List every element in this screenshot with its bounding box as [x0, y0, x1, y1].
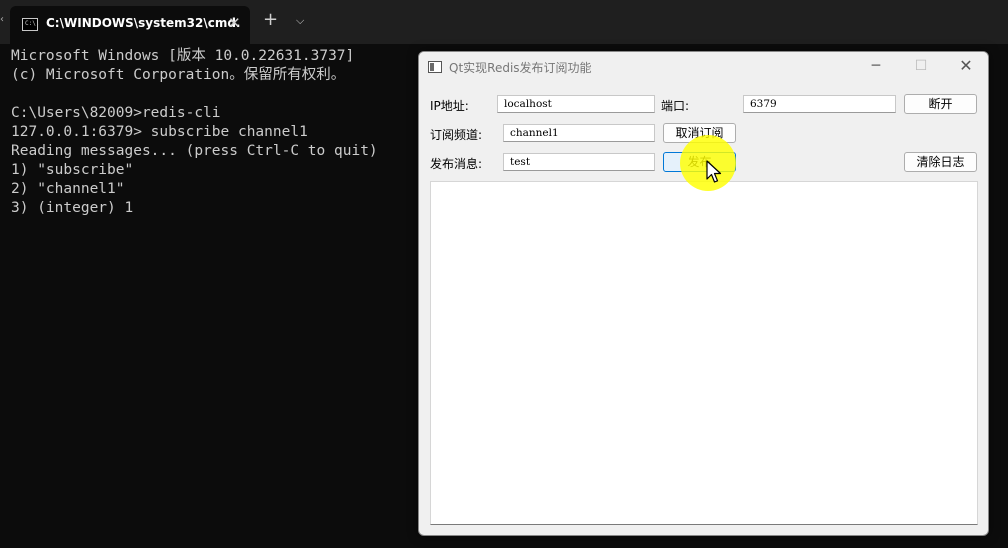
minimize-icon[interactable]: ─: [861, 56, 891, 76]
close-icon[interactable]: ✕: [951, 56, 981, 76]
terminal-titlebar: ‹ C:\. C:\WINDOWS\system32\cmd. ✕ + ⌵: [0, 0, 1008, 44]
channel-label: 订阅频道:: [430, 128, 483, 142]
port-input[interactable]: 6379: [743, 95, 896, 113]
ip-input[interactable]: localhost: [497, 95, 655, 113]
terminal-line: Reading messages... (press Ctrl-C to qui…: [11, 143, 378, 159]
terminal-line: 1) "subscribe": [11, 162, 134, 178]
terminal-line: 3) (integer) 1: [11, 200, 134, 216]
mouse-pointer-icon: [706, 160, 722, 183]
chevron-left-icon: ‹: [0, 14, 4, 25]
terminal-line: 127.0.0.1:6379> subscribe channel1: [11, 124, 308, 140]
window-title: Qt实现Redis发布订阅功能: [449, 61, 592, 75]
chevron-down-icon[interactable]: ⌵: [296, 14, 304, 28]
port-label: 端口:: [661, 99, 690, 113]
close-icon[interactable]: ✕: [228, 15, 241, 31]
terminal-line: 2) "channel1": [11, 181, 125, 197]
app-icon: [428, 61, 442, 73]
terminal-line: C:\Users\82009>redis-cli: [11, 105, 221, 121]
message-input[interactable]: test: [503, 153, 655, 171]
tab-title: C:\WINDOWS\system32\cmd.: [46, 16, 241, 30]
terminal-line: (c) Microsoft Corporation。保留所有权利。: [11, 67, 346, 83]
new-tab-plus-icon[interactable]: +: [263, 10, 278, 30]
maximize-icon[interactable]: ☐: [906, 56, 936, 76]
message-label: 发布消息:: [430, 157, 483, 171]
cmd-icon: C:\.: [22, 18, 39, 31]
terminal-line: Microsoft Windows [版本 10.0.22631.3737]: [11, 48, 355, 64]
ip-label: IP地址:: [430, 99, 469, 113]
disconnect-button[interactable]: 断开: [904, 94, 977, 114]
log-textarea[interactable]: [430, 181, 978, 525]
terminal-tab[interactable]: C:\. C:\WINDOWS\system32\cmd. ✕: [10, 6, 250, 44]
terminal-line: ​: [11, 85, 378, 104]
qt-redis-window: Qt实现Redis发布订阅功能 ─ ☐ ✕ IP地址: localhost 端口…: [418, 51, 989, 536]
clear-log-button[interactable]: 清除日志: [904, 152, 977, 172]
qt-titlebar[interactable]: Qt实现Redis发布订阅功能 ─ ☐ ✕: [419, 52, 988, 82]
channel-input[interactable]: channel1: [503, 124, 655, 142]
terminal-output[interactable]: Microsoft Windows [版本 10.0.22631.3737] (c…: [11, 47, 378, 218]
